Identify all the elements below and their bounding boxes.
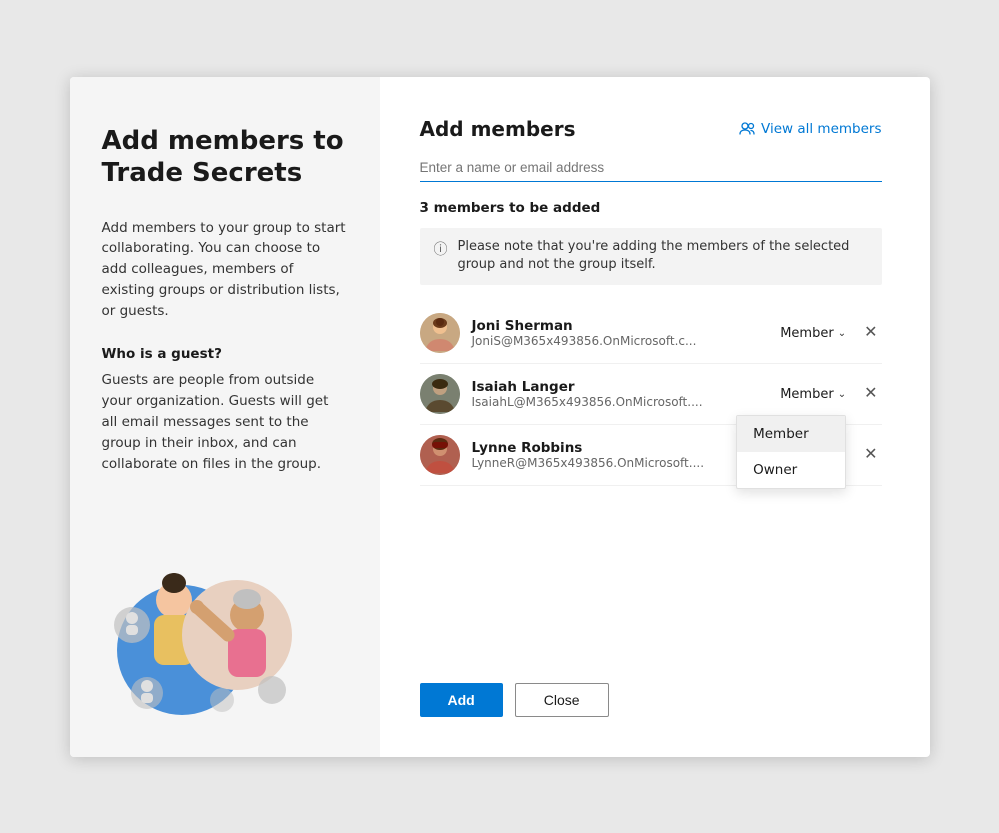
member-row: Isaiah Langer IsaiahL@M365x493856.OnMicr… [420, 364, 882, 425]
member-info: Lynne Robbins LynneR@M365x493856.OnMicro… [472, 440, 781, 470]
member-info: Isaiah Langer IsaiahL@M365x493856.OnMicr… [472, 379, 781, 409]
view-all-label: View all members [761, 121, 881, 137]
add-members-dialog: Add members to Trade Secrets Add members… [70, 77, 930, 757]
chevron-down-icon: ⌄ [838, 328, 846, 339]
member-role-dropdown-trigger[interactable]: Member ⌄ [780, 326, 846, 341]
right-panel: Add members View all members 3 members t… [380, 77, 930, 757]
search-input[interactable] [420, 158, 882, 177]
member-email: IsaiahL@M365x493856.OnMicrosoft.... [472, 395, 781, 409]
notice-box: ⓘ Please note that you're adding the mem… [420, 228, 882, 286]
remove-member-button[interactable]: ✕ [860, 382, 881, 406]
avatar-image [420, 313, 460, 353]
notice-text: Please note that you're adding the membe… [458, 238, 868, 276]
avatar [420, 313, 460, 353]
people-icon [739, 121, 755, 137]
view-all-members-link[interactable]: View all members [739, 121, 881, 137]
who-guest-title: Who is a guest? [102, 346, 348, 362]
chevron-down-icon: ⌄ [838, 389, 846, 400]
member-name: Joni Sherman [472, 318, 781, 334]
avatar [420, 374, 460, 414]
member-row: Joni Sherman JoniS@M365x493856.OnMicroso… [420, 303, 882, 364]
close-button[interactable]: Close [515, 683, 609, 717]
panel-title: Add members [420, 117, 576, 141]
members-count-label: 3 members to be added [420, 200, 882, 216]
search-wrapper [420, 157, 882, 182]
footer-actions: Add Close [420, 667, 882, 717]
member-name: Lynne Robbins [472, 440, 781, 456]
members-list: Joni Sherman JoniS@M365x493856.OnMicroso… [420, 303, 882, 634]
role-dropdown: Member Owner [736, 415, 846, 489]
info-icon: ⓘ [434, 239, 448, 259]
avatar [420, 435, 460, 475]
right-header: Add members View all members [420, 117, 882, 141]
member-role: Member [780, 387, 833, 402]
dropdown-item-member[interactable]: Member [737, 416, 845, 452]
avatar-image [420, 435, 460, 475]
illustration-svg [102, 545, 302, 725]
member-role-dropdown-trigger[interactable]: Member ⌄ Member Owner [780, 387, 846, 402]
remove-member-button[interactable]: ✕ [860, 321, 881, 345]
who-guest-description: Guests are people from outside your orga… [102, 370, 348, 475]
member-role: Member [780, 326, 833, 341]
left-panel: Add members to Trade Secrets Add members… [70, 77, 380, 757]
member-name: Isaiah Langer [472, 379, 781, 395]
member-info: Joni Sherman JoniS@M365x493856.OnMicroso… [472, 318, 781, 348]
left-content: Add members to Trade Secrets Add members… [102, 125, 348, 475]
avatar-image [420, 374, 460, 414]
member-email: JoniS@M365x493856.OnMicrosoft.c... [472, 334, 781, 348]
dialog-left-title: Add members to Trade Secrets [102, 125, 348, 190]
remove-member-button[interactable]: ✕ [860, 443, 881, 467]
member-email: LynneR@M365x493856.OnMicrosoft.... [472, 456, 781, 470]
dropdown-item-owner[interactable]: Owner [737, 452, 845, 488]
left-description: Add members to your group to start colla… [102, 218, 348, 323]
add-button[interactable]: Add [420, 683, 503, 717]
illustration [102, 545, 348, 725]
